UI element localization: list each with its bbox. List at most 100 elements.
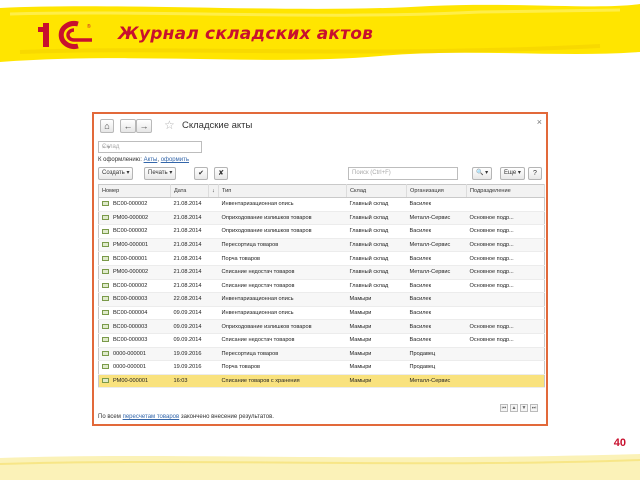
cell-number-text: ВС00-000002	[113, 201, 148, 208]
document-icon	[102, 269, 109, 275]
cell-organization: Металл-Сервис	[406, 374, 467, 389]
cell-division: Основное подр...	[466, 279, 545, 294]
table-row[interactable]: ВС00-000002 21.08.2014 Инвентаризационная …	[98, 197, 545, 212]
toolbar-search-input[interactable]: Поиск (Ctrl+F)	[348, 167, 458, 180]
column-header-organization[interactable]: Организация	[406, 184, 467, 198]
cell-organization: Металл-Сервис	[406, 238, 467, 253]
column-header-division[interactable]: Подразделение	[466, 184, 545, 198]
document-icon	[102, 350, 109, 356]
more-button[interactable]: Еще ▾	[500, 167, 525, 180]
table-row[interactable]: РМ00-000002 21.08.2014 Списание недостач т…	[98, 265, 545, 280]
cell-organization: Василек	[406, 319, 467, 334]
table-row[interactable]: 0000-000001 19.09.2016 Пересортица товаров…	[98, 347, 545, 362]
table-row[interactable]: ВС00-000003 22.08.2014 Инвентаризационная …	[98, 292, 545, 307]
cell-organization: Василек	[406, 251, 467, 266]
cell-empty	[208, 333, 219, 348]
cell-division: Основное подр...	[466, 211, 545, 226]
table-row[interactable]: РМ00-000001 21.08.2014 Пересортица товаров…	[98, 238, 545, 253]
cell-division	[466, 292, 545, 307]
close-icon[interactable]: ×	[537, 117, 542, 127]
cell-empty	[208, 238, 219, 253]
formalize-line: К оформлению: Акты, оформить	[98, 157, 189, 163]
home-icon[interactable]: ⌂	[100, 119, 114, 133]
cell-empty	[208, 251, 219, 266]
status-link-recounts[interactable]: пересчетам товаров	[123, 414, 180, 420]
cell-number-text: РМ00-000001	[113, 242, 149, 249]
table-row[interactable]: ВС00-000003 09.09.2014 Списание недостач т…	[98, 333, 545, 348]
cell-type: Списание товаров с хранения	[218, 374, 347, 389]
cell-number: ВС00-000003	[98, 319, 171, 334]
cell-number: 0000-000001	[98, 347, 171, 362]
warehouse-filter-input[interactable]: Склад × ▾	[98, 141, 202, 153]
cell-number-text: ВС00-000004	[113, 310, 148, 317]
column-header-number[interactable]: Номер	[98, 184, 171, 198]
cell-empty	[208, 279, 219, 294]
help-button[interactable]: ?	[528, 167, 542, 180]
cell-warehouse: Главный склад	[346, 197, 407, 212]
cell-number-text: ВС00-000003	[113, 296, 148, 303]
table-row[interactable]: ВС00-000002 21.08.2014 Оприходование излиш…	[98, 224, 545, 239]
post-document-icon[interactable]: ✔	[194, 167, 208, 180]
slide-title: Журнал складских актов	[118, 24, 374, 44]
formalize-link-process[interactable]: оформить	[161, 157, 189, 163]
footer-banner	[0, 454, 640, 480]
sort-arrow-icon[interactable]: ↓	[208, 184, 219, 198]
prev-page-icon[interactable]: ▲	[510, 404, 518, 412]
column-header-date[interactable]: Дата	[170, 184, 209, 198]
cell-organization: Василек	[406, 197, 467, 212]
cell-division: Основное подр...	[466, 224, 545, 239]
table-row[interactable]: ВС00-000003 09.09.2014 Оприходование излиш…	[98, 319, 545, 334]
cell-type: Списание недостач товаров	[218, 279, 347, 294]
cell-warehouse: Мамыри	[346, 333, 407, 348]
cell-warehouse: Главный склад	[346, 211, 407, 226]
cell-division: Основное подр...	[466, 319, 545, 334]
window-titlebar: ⌂ ← → ☆ Складские акты ×	[94, 114, 546, 138]
back-button[interactable]: ←	[120, 119, 136, 133]
cell-division: Основное подр...	[466, 251, 545, 266]
cell-organization: Продавец	[406, 360, 467, 375]
table-row[interactable]: 0000-000001 19.09.2016 Порча товаров Мамыри…	[98, 360, 545, 375]
table-row[interactable]: РМ00-000001 16:03 Списание товаров с хране…	[98, 374, 545, 389]
document-icon	[102, 323, 109, 329]
warehouse-acts-window: ⌂ ← → ☆ Складские акты × Склад × ▾ К офо…	[92, 112, 548, 426]
cell-empty	[208, 197, 219, 212]
last-page-icon[interactable]: ⏭	[530, 404, 538, 412]
cell-division: Основное подр...	[466, 333, 545, 348]
favorite-star-icon[interactable]: ☆	[164, 118, 175, 132]
cell-number-text: ВС00-000001	[113, 255, 148, 262]
unpost-document-icon[interactable]: ✘	[214, 167, 228, 180]
next-page-icon[interactable]: ▼	[520, 404, 528, 412]
first-page-icon[interactable]: ⏮	[500, 404, 508, 412]
table-row[interactable]: ВС00-000002 21.08.2014 Списание недостач т…	[98, 279, 545, 294]
cell-date: 21.08.2014	[170, 251, 209, 266]
cell-warehouse: Главный склад	[346, 224, 407, 239]
table-row[interactable]: РМ00-000002 21.08.2014 Оприходование излиш…	[98, 211, 545, 226]
column-header-type[interactable]: Тип	[218, 184, 347, 198]
document-icon	[102, 242, 109, 248]
table-row[interactable]: ВС00-000001 21.08.2014 Порча товаров Главны…	[98, 251, 545, 266]
formalize-link-acts[interactable]: Акты	[144, 157, 158, 163]
filter-buttons[interactable]: × ▾	[102, 144, 110, 151]
search-icon[interactable]: 🔍 ▾	[472, 167, 493, 180]
column-header-warehouse[interactable]: Склад	[346, 184, 407, 198]
cell-number: РМ00-000001	[98, 238, 171, 253]
cell-number: ВС00-000003	[98, 292, 171, 307]
print-button[interactable]: Печать ▾	[144, 167, 177, 180]
forward-button[interactable]: →	[136, 119, 152, 133]
toolbar: Создать ▾ Печать ▾ ✔ ✘ Поиск (Ctrl+F) 🔍 …	[98, 167, 544, 181]
document-icon	[102, 296, 109, 302]
cell-organization: Василек	[406, 292, 467, 307]
cell-organization: Василек	[406, 333, 467, 348]
table-row[interactable]: ВС00-000004 09.09.2014 Инвентаризационная …	[98, 306, 545, 321]
create-button[interactable]: Создать ▾	[98, 167, 134, 180]
acts-table: Номер Дата ↓ Тип Склад Организация Подра…	[98, 184, 545, 389]
cell-empty	[208, 319, 219, 334]
slide: ® Журнал складских актов ⌂ ← → ☆ Складск…	[0, 0, 640, 480]
cell-number: ВС00-000002	[98, 224, 171, 239]
cell-date: 21.08.2014	[170, 211, 209, 226]
cell-type: Оприходование излишков товаров	[218, 319, 347, 334]
status-line: По всем пересчетам товаров закончено вне…	[98, 414, 274, 420]
cell-type: Оприходование излишков товаров	[218, 211, 347, 226]
cell-number-text: ВС00-000003	[113, 323, 148, 330]
cell-empty	[208, 265, 219, 280]
